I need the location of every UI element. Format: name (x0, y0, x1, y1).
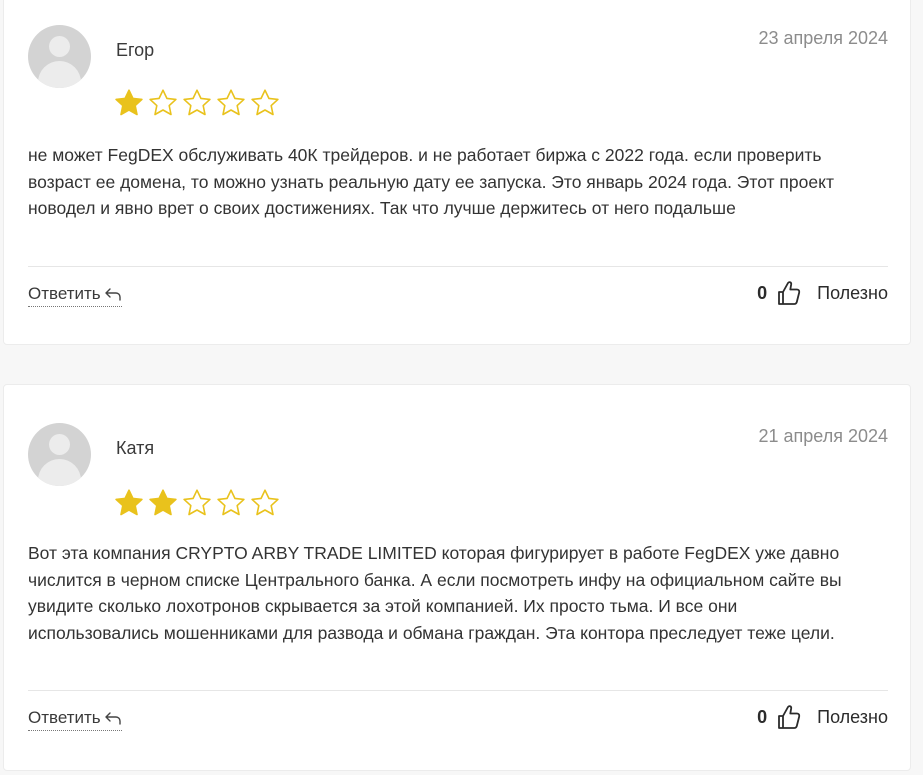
star-empty-icon (217, 89, 245, 116)
star-rating (114, 488, 280, 518)
review-card: Катя 21 апреля 2024 Вот эта компания CRY… (3, 384, 911, 771)
reply-arrow-icon (104, 712, 121, 725)
star-empty-icon (251, 89, 279, 116)
star-empty-icon (251, 489, 279, 516)
reply-button[interactable]: Ответить (28, 708, 122, 731)
thumbs-up-icon[interactable] (777, 280, 801, 306)
divider (28, 690, 888, 691)
reply-arrow-icon (104, 288, 121, 301)
star-rating (114, 88, 280, 118)
reply-button[interactable]: Ответить (28, 284, 122, 307)
review-card: Егор 23 апреля 2024 не может FegDEX обсл… (3, 0, 911, 345)
star-filled-icon (149, 489, 177, 516)
star-empty-icon (183, 89, 211, 116)
review-text: Вот эта компания CRYPTO ARBY TRADE LIMIT… (28, 543, 842, 643)
reply-label: Ответить (28, 284, 101, 303)
user-avatar-icon (28, 423, 91, 486)
star-filled-icon (115, 489, 143, 516)
useful-label: Полезно (817, 282, 888, 303)
star-empty-icon (183, 489, 211, 516)
useful-widget: 0 Полезно (757, 704, 888, 730)
useful-count: 0 (757, 282, 768, 303)
useful-widget: 0 Полезно (757, 280, 888, 306)
reply-label: Ответить (28, 708, 101, 727)
review-author: Катя (116, 438, 155, 458)
review-author: Егор (116, 40, 155, 60)
thumbs-up-icon[interactable] (777, 704, 801, 730)
star-empty-icon (217, 489, 245, 516)
star-empty-icon (149, 89, 177, 116)
review-date: 21 апреля 2024 (758, 426, 889, 446)
useful-count: 0 (757, 706, 768, 727)
user-avatar-icon (28, 25, 91, 88)
useful-label: Полезно (817, 706, 888, 727)
review-date: 23 апреля 2024 (758, 28, 889, 48)
star-filled-icon (115, 89, 143, 116)
review-text: не может FegDEX обслуживать 40К трейдеро… (28, 145, 834, 218)
divider (28, 266, 888, 267)
